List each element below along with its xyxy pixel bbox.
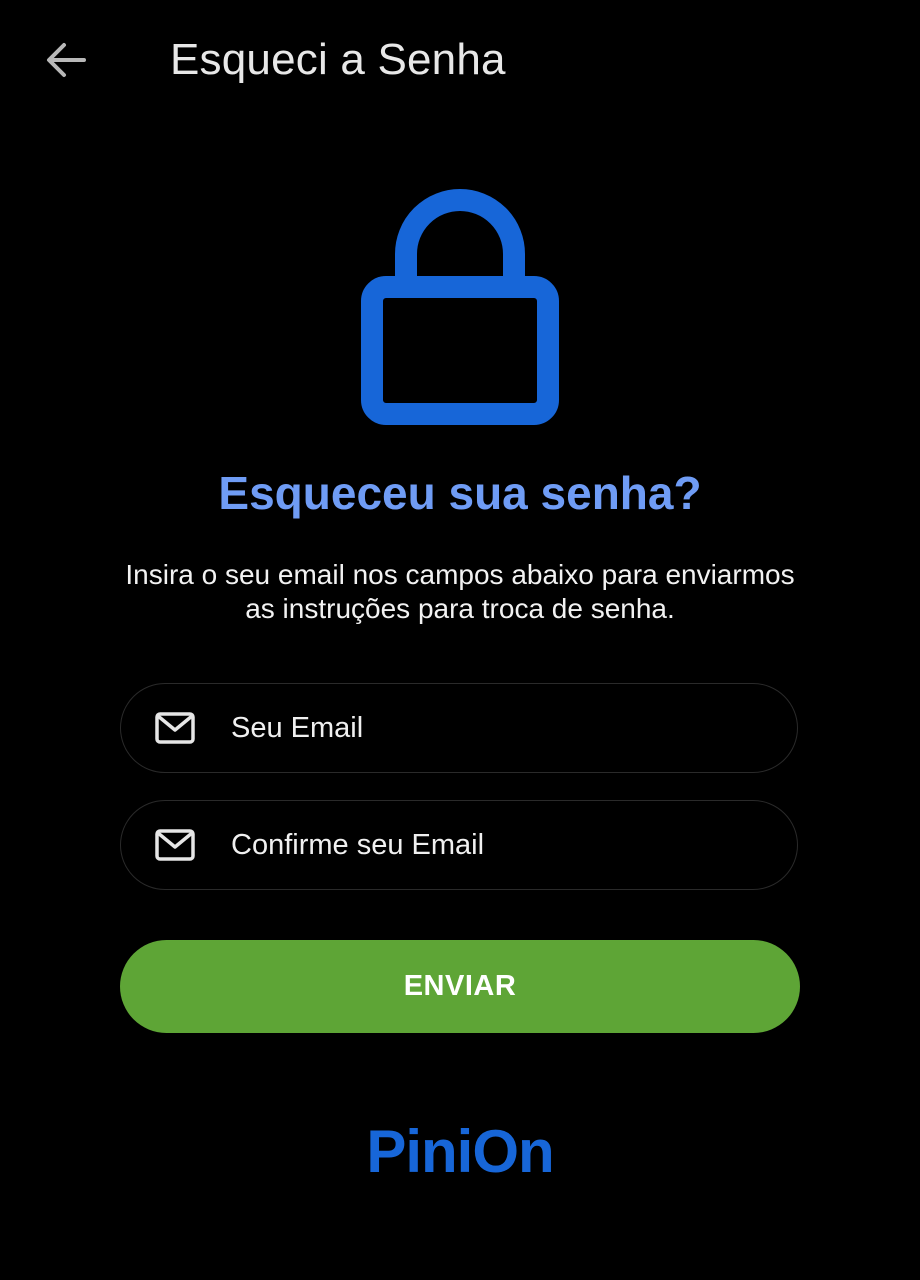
arrow-left-icon [47,43,86,77]
email-input[interactable] [231,684,751,772]
hero-description: Insira o seu email nos campos abaixo par… [125,559,795,624]
app-bar: Esqueci a Senha [0,0,920,120]
mail-icon [155,712,195,744]
confirm-email-field[interactable] [120,800,798,890]
lock-icon [350,180,570,430]
back-button[interactable] [30,24,102,96]
hero-heading: Esqueceu sua senha? [218,467,702,519]
page-title: Esqueci a Senha [170,35,506,84]
email-field[interactable] [120,683,798,773]
brand-logo: PiniOn [366,1118,554,1185]
submit-button[interactable]: ENVIAR [120,940,800,1033]
confirm-email-input[interactable] [231,801,751,889]
mail-icon [155,829,195,861]
